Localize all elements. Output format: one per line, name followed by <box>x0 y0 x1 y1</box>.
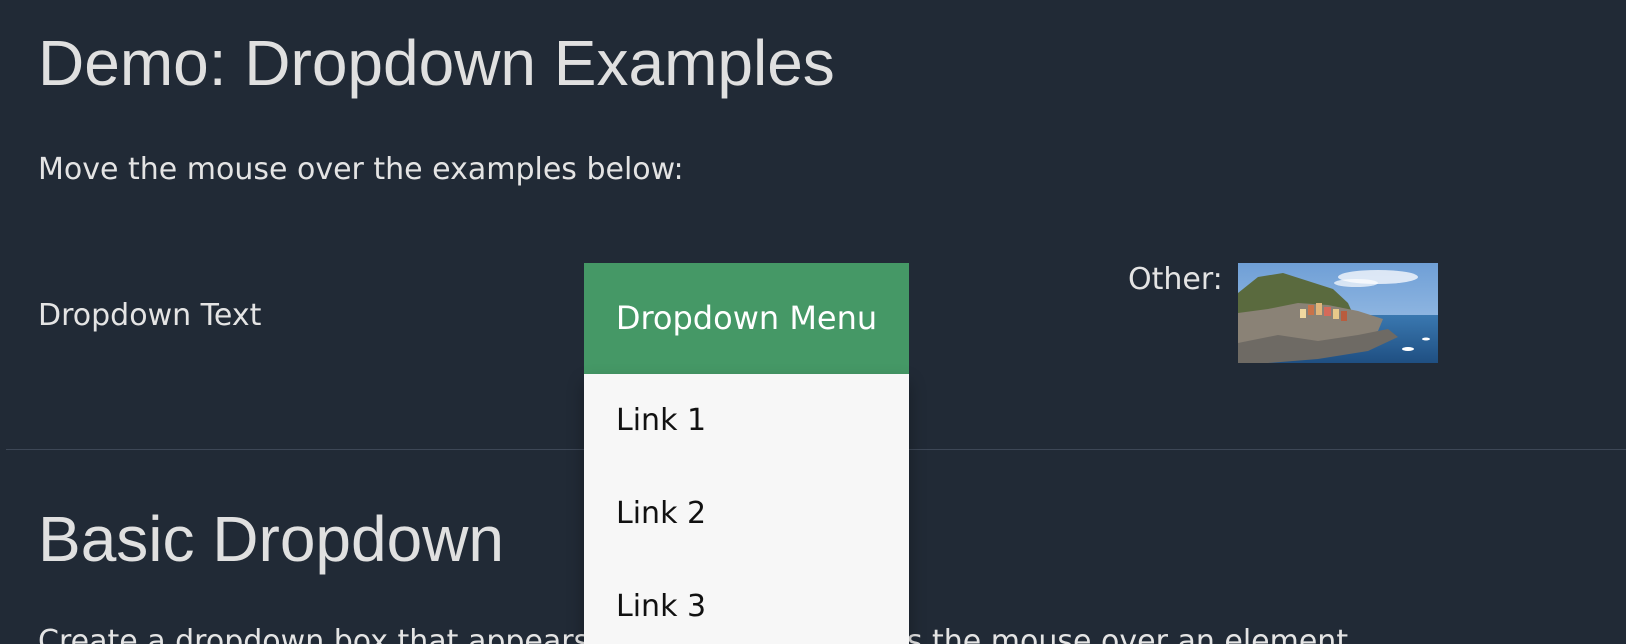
other-label: Other: <box>1128 262 1223 297</box>
page: Demo: Dropdown Examples Move the mouse o… <box>0 0 1626 644</box>
landscape-image-thumbnail[interactable] <box>1238 263 1438 363</box>
dropdown-link-3[interactable]: Link 3 <box>584 560 909 644</box>
dropdown-link-1[interactable]: Link 1 <box>584 374 909 467</box>
dropdown-menu: Dropdown Menu Link 1 Link 2 Link 3 <box>584 263 909 644</box>
dropdown-link-2[interactable]: Link 2 <box>584 467 909 560</box>
landscape-image <box>1238 263 1438 363</box>
dropdown-menu-button[interactable]: Dropdown Menu <box>584 263 909 374</box>
basic-dropdown-heading: Basic Dropdown <box>38 503 504 575</box>
dropdown-menu-content: Link 1 Link 2 Link 3 <box>584 374 909 644</box>
intro-text: Move the mouse over the examples below: <box>38 152 684 187</box>
dropdown-text-example[interactable]: Dropdown Text <box>38 296 261 336</box>
page-title: Demo: Dropdown Examples <box>38 27 835 99</box>
